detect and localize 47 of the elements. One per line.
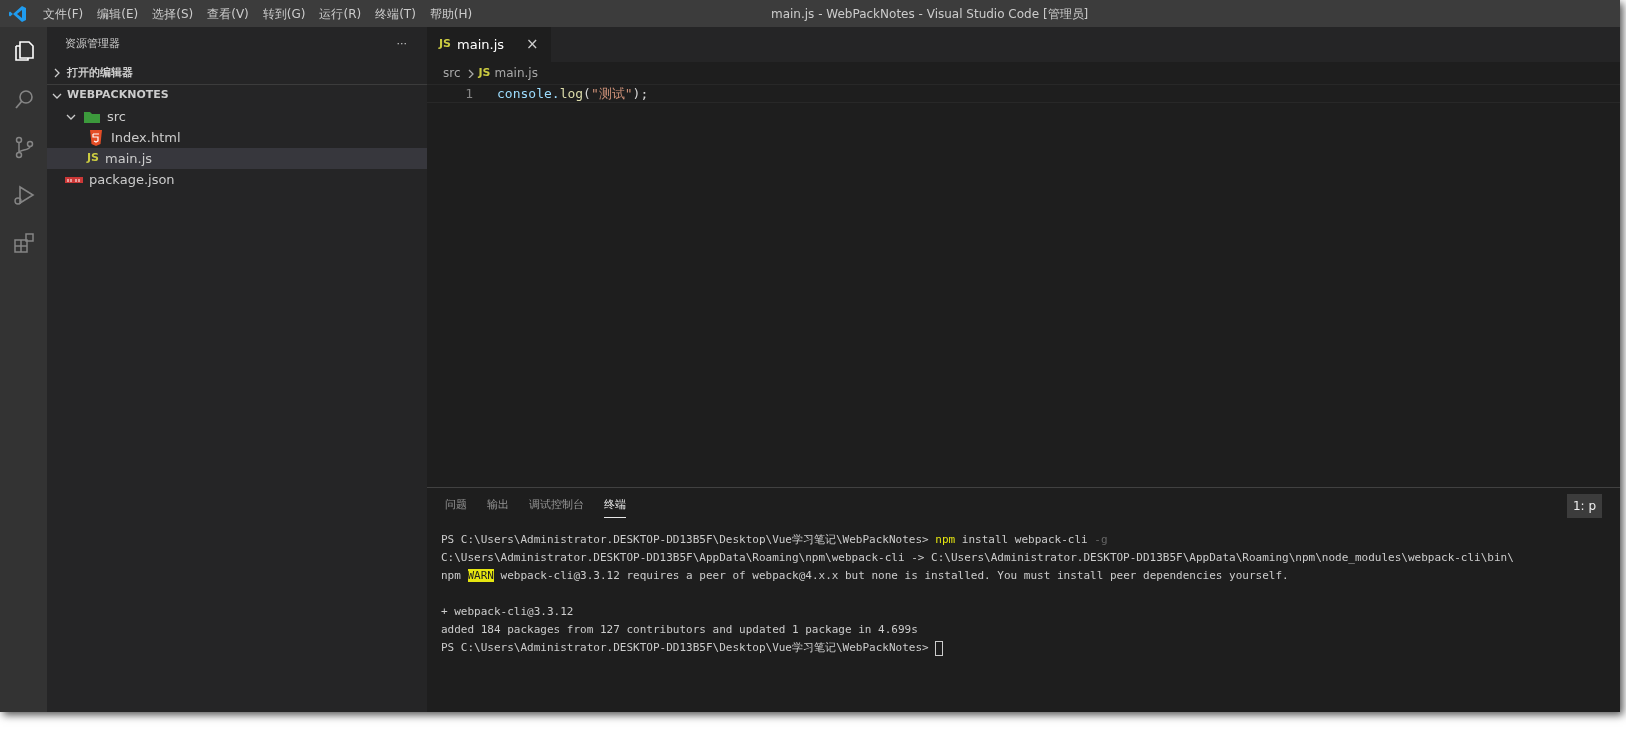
file-label: main.js	[105, 149, 152, 168]
panel-tab[interactable]: 输出	[487, 492, 509, 519]
sidebar-title: 资源管理器	[65, 36, 120, 53]
terminal-line: PS C:\Users\Administrator.DESKTOP-DD13B5F\Desktop\Vue学习笔记\WebPackNotes> npm install webpack-cli -g	[441, 532, 1109, 548]
section-header[interactable]: WEBPACKNOTES	[67, 87, 169, 104]
panel-tab[interactable]: 调试控制台	[529, 492, 584, 519]
menu-item[interactable]: 运行(R)	[312, 4, 369, 23]
tree-item[interactable]: JS main.js	[47, 148, 427, 169]
more-actions-button[interactable]: ···	[396, 36, 407, 53]
code-line: console.log("测试");	[497, 85, 649, 103]
menu-item[interactable]: 查看(V)	[200, 4, 256, 23]
file-type-label: JS	[439, 36, 451, 53]
app-logo-icon	[8, 3, 28, 24]
tree-item[interactable]: src	[47, 106, 427, 127]
window-title: main.js - WebPackNotes - Visual Studio Code [管理员]	[769, 5, 1090, 23]
tree-item[interactable]: package.json	[47, 169, 427, 190]
terminal-select[interactable]: 1: p	[1566, 493, 1602, 518]
breadcrumb-item[interactable]: main.js	[494, 64, 538, 82]
html-file-icon	[87, 128, 105, 147]
menu-item[interactable]: 终端(T)	[368, 4, 423, 23]
terminal-line: npm WARN webpack-cli@3.3.12 requires a peer of webpack@4.x.x but none is installed. You must install peer dependencies yourself.	[441, 568, 1290, 584]
breadcrumb-item[interactable]: src	[443, 64, 461, 82]
terminal-line: + webpack-cli@3.3.12	[441, 604, 575, 620]
menu-item[interactable]: 转到(G)	[255, 4, 313, 23]
npm-file-icon	[65, 176, 83, 183]
panel-tab[interactable]: 问题	[445, 492, 467, 519]
panel-tab[interactable]: 终端	[604, 492, 626, 519]
line-number: 1	[464, 85, 474, 103]
file-label: Index.html	[111, 128, 181, 147]
editor-tab[interactable]: JS main.js ×	[427, 27, 551, 62]
file-type-label: JS	[478, 64, 491, 81]
file-label: src	[107, 107, 126, 126]
file-label: package.json	[89, 170, 175, 189]
file-type-label: JS	[87, 150, 99, 167]
tree-item[interactable]: Index.html	[47, 127, 427, 148]
menu-item[interactable]: 选择(S)	[145, 4, 201, 23]
run-debug-icon[interactable]	[11, 183, 36, 207]
menu-item[interactable]: 文件(F)	[36, 4, 91, 23]
extensions-icon[interactable]	[11, 231, 36, 255]
menu-item[interactable]: 编辑(E)	[90, 4, 146, 23]
close-button[interactable]: ×	[526, 33, 539, 56]
section-header[interactable]: 打开的编辑器	[67, 64, 133, 82]
tab-label: main.js	[457, 35, 504, 54]
terminal-line: PS C:\Users\Administrator.DESKTOP-DD13B5F\Desktop\Vue学习笔记\WebPackNotes>	[441, 639, 1606, 657]
terminal-line: added 184 packages from 127 contributors and updated 1 package in 4.699s	[441, 622, 919, 638]
terminal-line: C:\Users\Administrator.DESKTOP-DD13B5F\AppData\Roaming\npm\webpack-cli -> C:\Users\Administrator.DESKTOP-DD13B5F\AppData\Roaming\npm\node_modules\webpack-cli\bin\	[441, 550, 1515, 566]
menu-item[interactable]: 帮助(H)	[422, 4, 480, 23]
